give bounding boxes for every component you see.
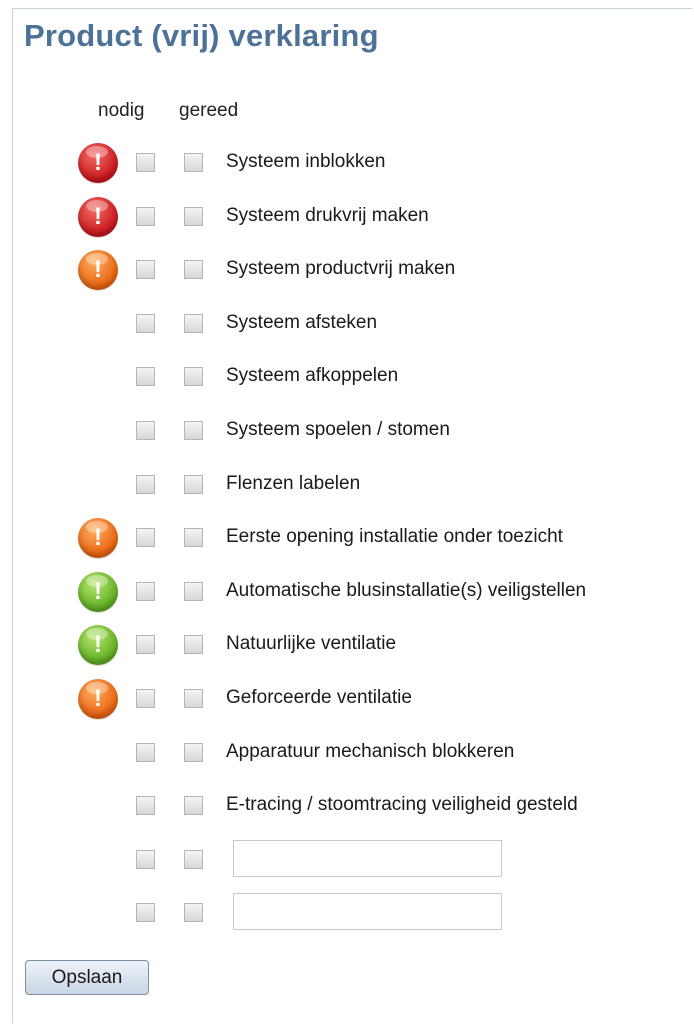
checklist-row: ! Geforceerde ventilatie bbox=[0, 673, 694, 727]
checkbox-gereed[interactable] bbox=[184, 206, 203, 226]
checkbox-gereed[interactable] bbox=[184, 420, 203, 440]
checkbox-nodig[interactable] bbox=[136, 635, 155, 655]
checkbox-nodig[interactable] bbox=[136, 260, 155, 280]
checkbox-gereed[interactable] bbox=[184, 313, 203, 333]
checklist-row: ! Systeem inblokken bbox=[0, 137, 694, 191]
checkbox-nodig[interactable] bbox=[136, 849, 155, 869]
column-header-gereed: gereed bbox=[179, 100, 239, 121]
checkbox-gereed[interactable] bbox=[184, 474, 203, 494]
item-label: Systeem inblokken bbox=[226, 151, 386, 172]
item-label: Natuurlijke ventilatie bbox=[226, 633, 397, 655]
checkbox-nodig[interactable] bbox=[136, 313, 155, 333]
alert-icon-orange: ! bbox=[78, 518, 118, 559]
checkbox-gereed[interactable] bbox=[184, 903, 203, 923]
checklist-row: Systeem afkoppelen bbox=[0, 351, 694, 405]
checkbox-nodig[interactable] bbox=[136, 367, 155, 387]
checklist-row: Apparatuur mechanisch blokkeren bbox=[0, 727, 694, 781]
checkbox-gereed[interactable] bbox=[184, 581, 203, 601]
checkbox-nodig[interactable] bbox=[136, 742, 155, 762]
alert-icon-green: ! bbox=[78, 571, 118, 612]
alert-icon-red: ! bbox=[78, 196, 118, 237]
item-label: Systeem afsteken bbox=[226, 311, 378, 333]
checkbox-nodig[interactable] bbox=[136, 581, 155, 601]
page-title: Product (vrij) verklaring bbox=[24, 18, 379, 53]
item-label: Eerste opening installatie onder toezich… bbox=[226, 526, 563, 548]
item-label: E-tracing / stoomtracing veiligheid gest… bbox=[226, 794, 578, 816]
checkbox-gereed[interactable] bbox=[184, 635, 203, 655]
checkbox-nodig[interactable] bbox=[136, 474, 155, 494]
save-button[interactable]: Opslaan bbox=[25, 960, 149, 995]
checkbox-nodig[interactable] bbox=[136, 206, 155, 226]
checkbox-nodig[interactable] bbox=[136, 688, 155, 708]
checklist-row: ! Systeem drukvrij maken bbox=[0, 191, 694, 245]
checkbox-nodig[interactable] bbox=[136, 153, 155, 172]
checkbox-gereed[interactable] bbox=[184, 796, 203, 816]
item-label: Systeem drukvrij maken bbox=[226, 204, 429, 226]
checkbox-gereed[interactable] bbox=[184, 260, 203, 280]
checkbox-gereed[interactable] bbox=[184, 153, 203, 172]
item-label: Geforceerde ventilatie bbox=[226, 686, 412, 708]
checkbox-nodig[interactable] bbox=[136, 796, 155, 816]
item-label: Systeem afkoppelen bbox=[226, 365, 399, 387]
column-header-nodig: nodig bbox=[98, 100, 145, 121]
item-label: Automatische blusinstallatie(s) veiligst… bbox=[226, 579, 587, 601]
alert-icon-red: ! bbox=[78, 143, 118, 183]
checklist-row-custom bbox=[0, 887, 694, 941]
checklist-row: ! Eerste opening installatie onder toezi… bbox=[0, 512, 694, 566]
alert-icon-orange: ! bbox=[78, 250, 118, 291]
checkbox-nodig[interactable] bbox=[136, 903, 155, 923]
checklist-row-custom bbox=[0, 834, 694, 888]
checklist-row: ! Natuurlijke ventilatie bbox=[0, 619, 694, 673]
checkbox-gereed[interactable] bbox=[184, 742, 203, 762]
checkbox-gereed[interactable] bbox=[184, 528, 203, 548]
item-label: Flenzen labelen bbox=[226, 472, 361, 494]
item-label: Systeem productvrij maken bbox=[226, 258, 456, 280]
checklist-row: Systeem afsteken bbox=[0, 298, 694, 352]
checkbox-gereed[interactable] bbox=[184, 849, 203, 869]
checklist: ! Systeem inblokken ! Systeem drukvrij m… bbox=[0, 137, 694, 941]
alert-icon-orange: ! bbox=[78, 678, 118, 719]
checkbox-nodig[interactable] bbox=[136, 420, 155, 440]
checkbox-gereed[interactable] bbox=[184, 688, 203, 708]
checklist-row: ! Automatische blusinstallatie(s) veilig… bbox=[0, 566, 694, 620]
checklist-row: ! Systeem productvrij maken bbox=[0, 244, 694, 298]
checklist-row: E-tracing / stoomtracing veiligheid gest… bbox=[0, 780, 694, 834]
item-label: Systeem spoelen / stomen bbox=[226, 418, 450, 440]
checklist-row: Flenzen labelen bbox=[0, 459, 694, 513]
custom-item-input[interactable] bbox=[233, 893, 502, 931]
checkbox-nodig[interactable] bbox=[136, 528, 155, 548]
checklist-row: Systeem spoelen / stomen bbox=[0, 405, 694, 459]
item-label: Apparatuur mechanisch blokkeren bbox=[226, 740, 515, 762]
alert-icon-green: ! bbox=[78, 625, 118, 666]
custom-item-input[interactable] bbox=[233, 839, 502, 877]
checkbox-gereed[interactable] bbox=[184, 367, 203, 387]
